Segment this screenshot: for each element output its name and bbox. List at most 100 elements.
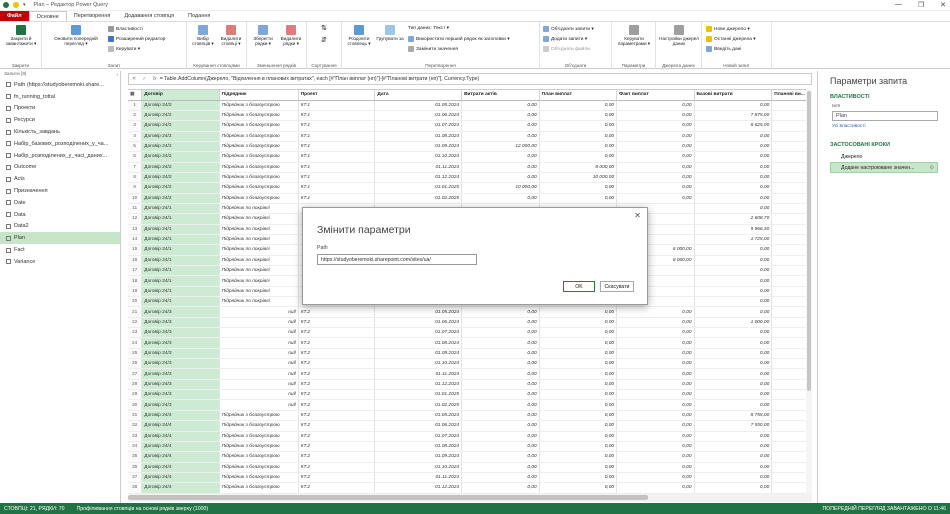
table-cell[interactable]: 0,00	[539, 317, 618, 329]
table-cell[interactable]: 0,00	[539, 193, 618, 204]
table-cell[interactable]: 01.05.2024	[374, 410, 463, 422]
manage-parameters-button[interactable]: Керувати параметрами ▾	[614, 25, 654, 46]
table-cell[interactable]: 0,00	[694, 286, 773, 298]
table-cell[interactable]: КТ.1	[298, 120, 376, 132]
query-item[interactable]: Acts	[0, 173, 120, 185]
table-cell[interactable]: КТ.1	[298, 172, 376, 184]
table-cell[interactable]: Підрядник з благоустрою	[219, 100, 299, 111]
group-by-button[interactable]: Групувати за	[376, 25, 404, 41]
query-item[interactable]: fn_running_tottal	[0, 91, 120, 103]
table-cell[interactable]: 0,00	[539, 399, 618, 411]
table-cell[interactable]: КТ.2	[298, 379, 376, 391]
table-cell[interactable]: 0,00	[694, 151, 773, 163]
table-cell[interactable]: Підрядник по покрівлі	[219, 275, 299, 287]
table-cell[interactable]: 0,00	[694, 337, 773, 349]
row-number[interactable]: 27	[128, 368, 143, 380]
table-cell[interactable]: 0,00	[616, 131, 695, 142]
dialog-close-icon[interactable]: ✕	[634, 211, 641, 220]
choose-columns-button[interactable]: Вибір стовпців ▾	[189, 25, 217, 46]
cancel-icon[interactable]: ✕	[132, 76, 136, 82]
table-cell[interactable]: Договір 24/1	[141, 275, 220, 287]
table-cell[interactable]: 0,00	[616, 410, 695, 422]
row-number[interactable]: 35	[128, 451, 143, 463]
table-cell[interactable]: 01.10.2024	[374, 151, 463, 163]
query-item[interactable]: Призначення	[0, 185, 120, 197]
table-cell[interactable]: 0,00	[694, 368, 773, 380]
table-cell[interactable]: 0,00	[616, 462, 695, 473]
row-number[interactable]: 12	[128, 213, 143, 225]
table-cell[interactable]: Договір 24/2	[141, 151, 220, 163]
table-cell[interactable]: Підрядник з благоустрою	[219, 410, 299, 422]
table-cell[interactable]: Підрядник з благоустрою	[219, 110, 299, 122]
row-number[interactable]: 15	[128, 244, 143, 256]
table-cell[interactable]: КТ.2	[298, 472, 376, 484]
table-cell[interactable]: Договір 24/4	[141, 472, 220, 484]
column-header[interactable]: Дата	[374, 90, 463, 101]
table-cell[interactable]: 0,00	[461, 162, 540, 173]
sort-ascending-icon[interactable]: ⇅	[317, 25, 331, 32]
table-cell[interactable]: Договір 24/3	[141, 389, 220, 401]
table-cell[interactable]: 0,00	[616, 472, 695, 484]
row-number[interactable]: 21	[128, 306, 143, 318]
query-item[interactable]: Outcome	[0, 162, 120, 174]
row-number[interactable]: 3	[128, 120, 143, 132]
table-cell[interactable]: 0,00	[539, 389, 618, 401]
table-cell[interactable]: 0,00	[461, 482, 540, 494]
column-header[interactable]: Договір	[141, 90, 220, 101]
table-cell[interactable]: 0,00	[539, 120, 618, 132]
table-cell[interactable]: null	[219, 399, 299, 411]
table-cell[interactable]: Підрядник по покрівлі	[219, 203, 299, 215]
query-item[interactable]: Набір_базових_розподілених_у_ча...	[0, 138, 120, 150]
table-cell[interactable]: 0,00	[616, 399, 695, 411]
table-cell[interactable]: КТ.2	[298, 317, 376, 329]
query-item[interactable]: Data	[0, 209, 120, 221]
table-cell[interactable]: null	[219, 337, 299, 349]
table-cell[interactable]: 0,00	[694, 462, 773, 473]
column-header[interactable]: Базові витрати	[694, 90, 773, 101]
row-number[interactable]: 29	[128, 389, 143, 401]
table-cell[interactable]: Договір 24/3	[141, 327, 220, 339]
column-header[interactable]: Проект	[298, 90, 376, 101]
query-item[interactable]: Fact	[0, 244, 120, 256]
table-cell[interactable]: Договір 24/3	[141, 306, 220, 318]
table-cell[interactable]: 10 000,00	[539, 172, 618, 184]
row-number[interactable]: 16	[128, 255, 143, 267]
sort-descending-icon[interactable]: ⇵	[317, 37, 331, 44]
table-cell[interactable]: КТ.2	[298, 389, 376, 401]
table-cell[interactable]: 0,00	[461, 462, 540, 473]
table-cell[interactable]: 1 000,00	[694, 317, 773, 329]
query-name-field[interactable]: Plan	[832, 111, 938, 121]
table-cell[interactable]: 0,00	[616, 451, 695, 463]
table-cell[interactable]: 0,00	[694, 348, 773, 360]
table-cell[interactable]: null	[219, 306, 299, 318]
table-cell[interactable]: КТ.2	[298, 327, 376, 339]
table-cell[interactable]: 0,00	[616, 379, 695, 391]
table-cell[interactable]: 10 000,00	[461, 182, 540, 194]
table-cell[interactable]: 01.07.2024	[374, 431, 463, 442]
table-cell[interactable]: Договір 24/2	[141, 110, 220, 122]
recent-sources-button[interactable]: Останні джерела ▾	[706, 36, 756, 42]
table-cell[interactable]: 0,00	[461, 337, 540, 349]
query-item[interactable]: Data2	[0, 221, 120, 233]
table-cell[interactable]: 01.12.2024	[374, 482, 463, 494]
table-cell[interactable]: 8 000,00	[539, 162, 618, 173]
table-cell[interactable]: 0,00	[461, 348, 540, 360]
table-cell[interactable]: 0,00	[616, 317, 695, 329]
table-cell[interactable]: 01.01.2025	[374, 389, 463, 401]
table-cell[interactable]: 0,00	[616, 306, 695, 318]
table-cell[interactable]: 0,00	[694, 358, 773, 370]
tab-file[interactable]: Файл	[0, 11, 29, 21]
row-number[interactable]: 6	[128, 151, 143, 163]
close-load-button[interactable]: Закрити й завантажити ▾	[3, 25, 39, 46]
table-cell[interactable]: 0,00	[616, 358, 695, 370]
replace-values-button[interactable]: Замінити значення	[408, 46, 458, 52]
table-cell[interactable]: Договір 24/2	[141, 172, 220, 184]
table-cell[interactable]: 0,00	[461, 379, 540, 391]
query-item[interactable]: Path (https://studyoberemoki.share...	[0, 79, 120, 91]
table-cell[interactable]: 01.11.2024	[374, 368, 463, 380]
table-cell[interactable]: 01.05.2024	[374, 100, 463, 111]
row-number[interactable]: 13	[128, 224, 143, 235]
row-number[interactable]: 17	[128, 265, 143, 277]
table-cell[interactable]: Підрядник по покрівлі	[219, 234, 299, 246]
table-cell[interactable]: 0,00	[539, 182, 618, 194]
